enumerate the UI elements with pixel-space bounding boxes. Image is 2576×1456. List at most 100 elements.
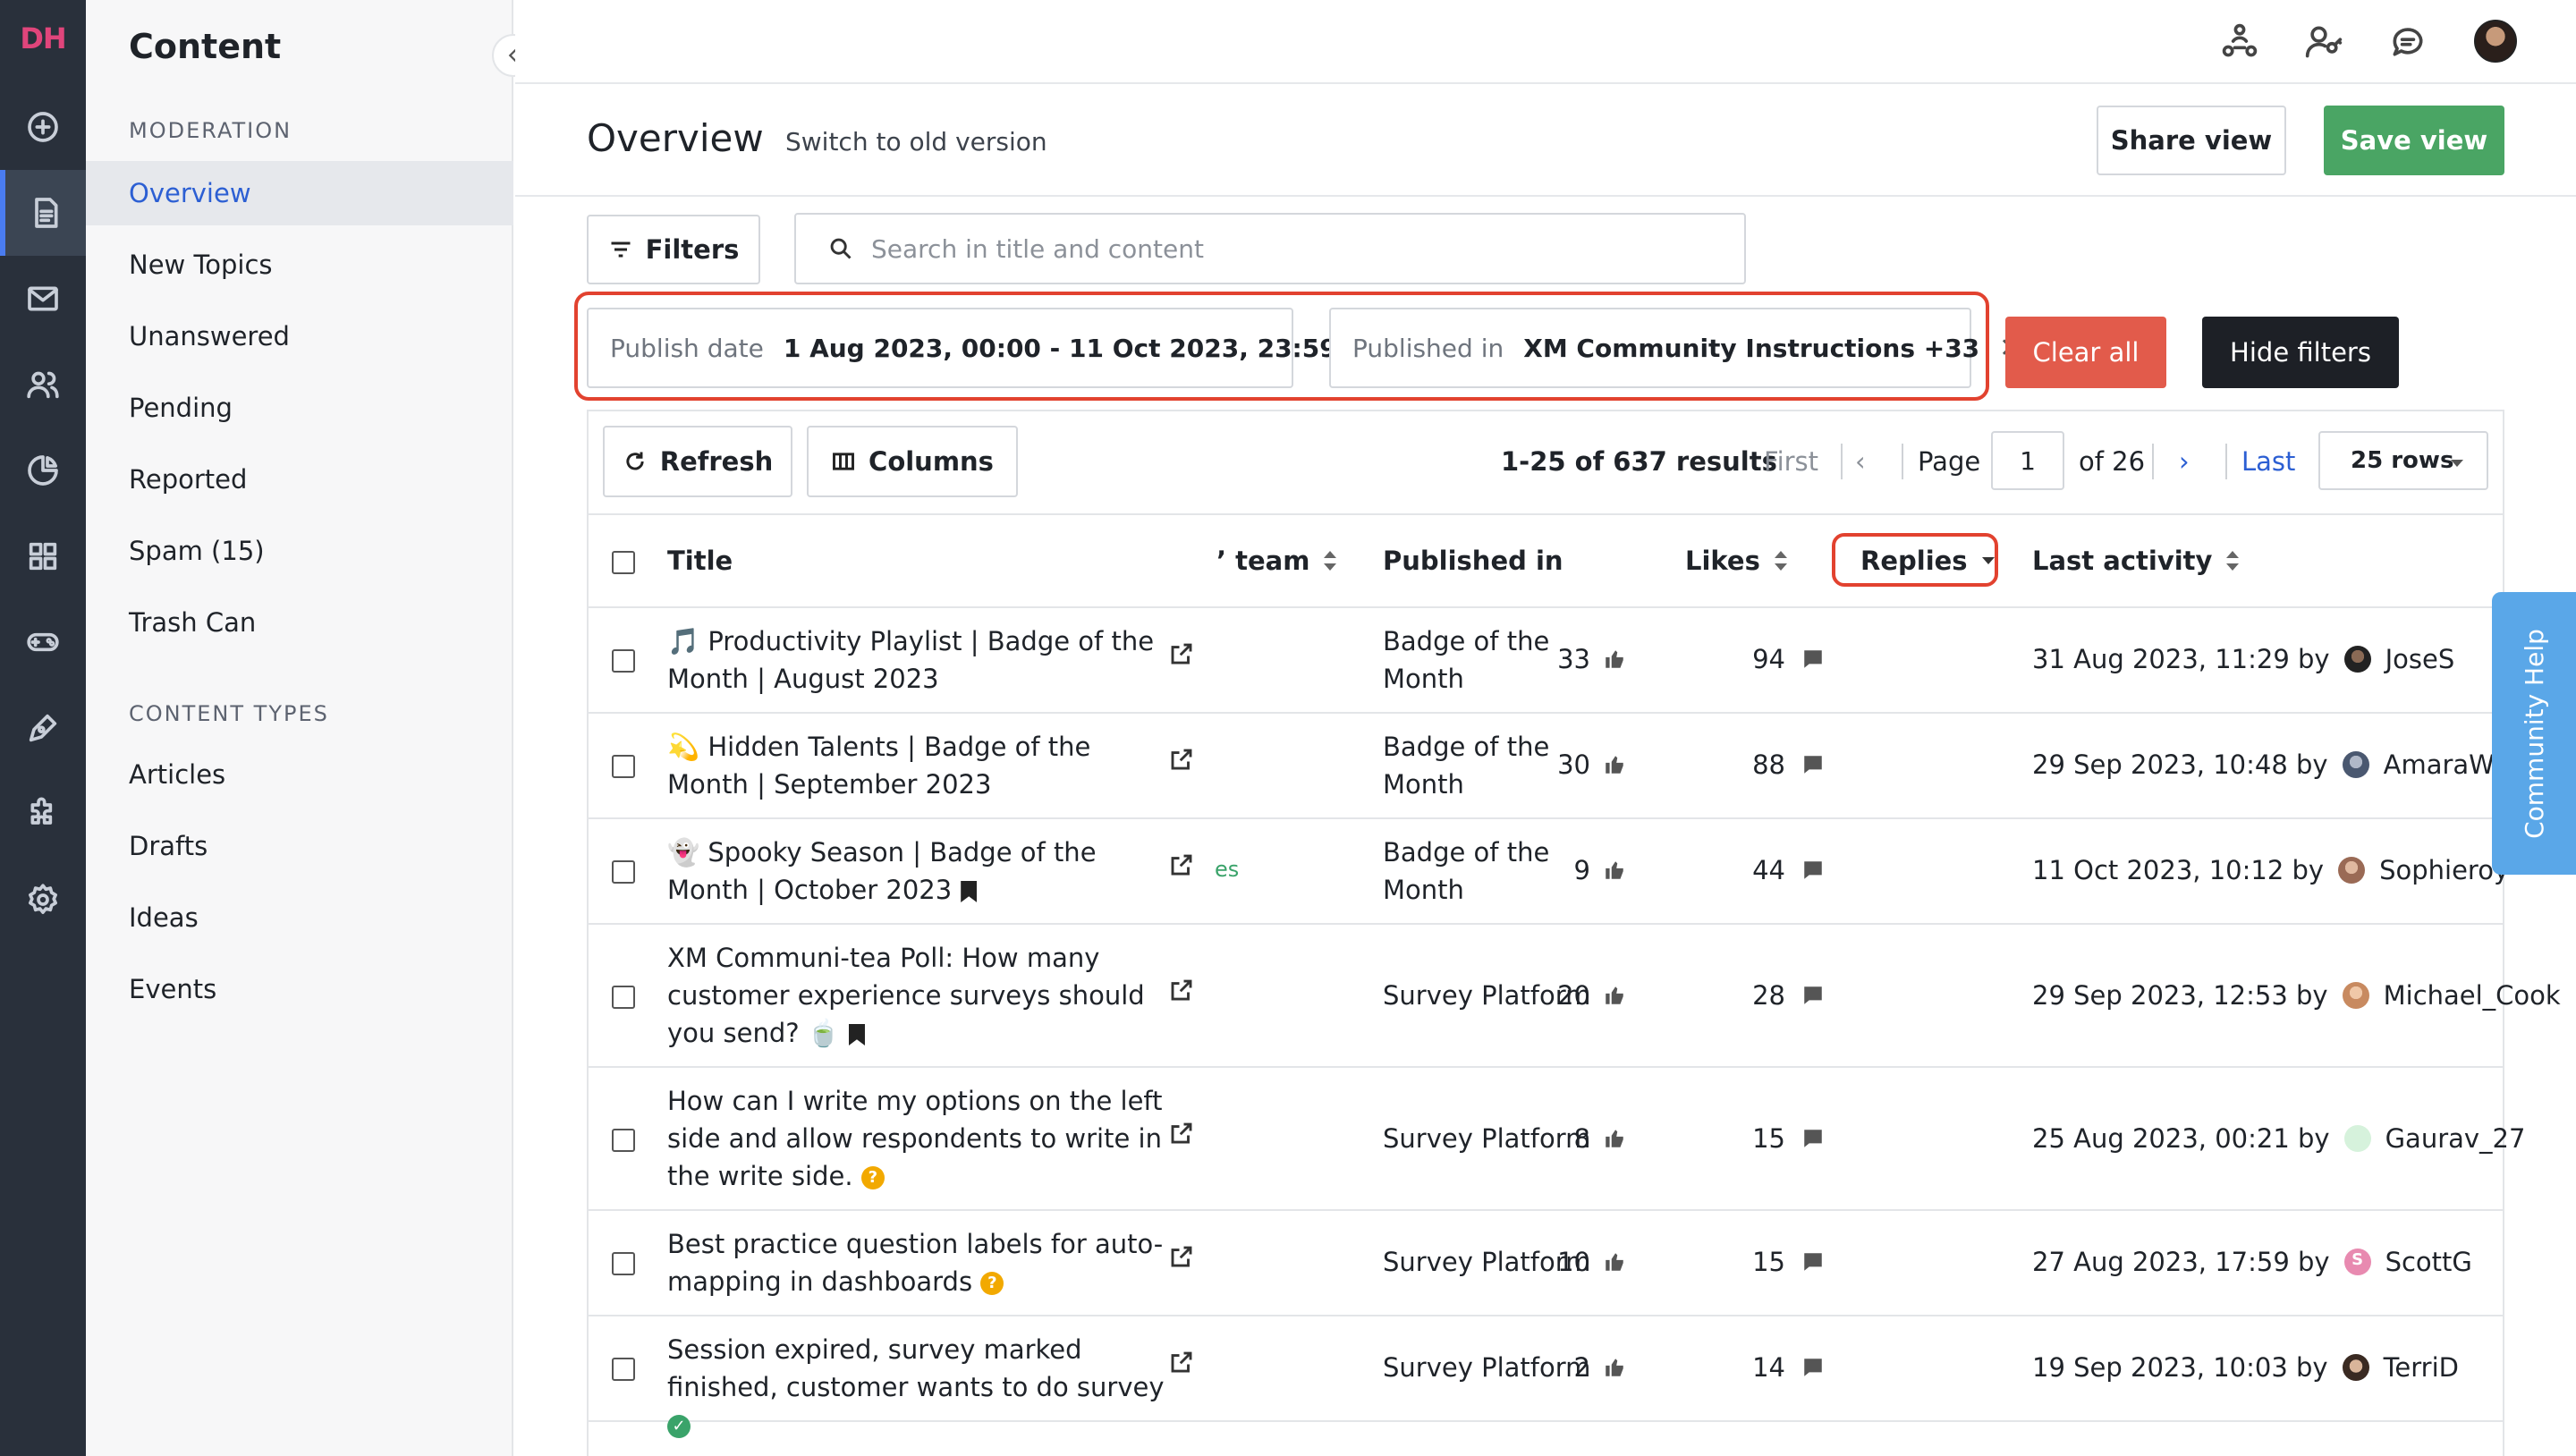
- username[interactable]: AmaraW: [2384, 749, 2495, 780]
- sidebar-item-events[interactable]: Events: [86, 957, 513, 1021]
- topic-title[interactable]: How can I write my options on the left s…: [667, 1082, 1168, 1195]
- top-bar: [515, 0, 2576, 84]
- customization-pen-icon[interactable]: [0, 685, 86, 771]
- topic-title[interactable]: 🎵 Productivity Playlist | Badge of the M…: [667, 622, 1168, 698]
- mail-icon[interactable]: [0, 256, 86, 342]
- switch-old-version-link[interactable]: Switch to old version: [785, 127, 1047, 157]
- table-row[interactable]: Session expired, survey marked finished,…: [589, 1316, 2503, 1438]
- publish-date-filter-chip[interactable]: Publish date 1 Aug 2023, 00:00 - 11 Oct …: [587, 308, 1379, 388]
- row-checkbox[interactable]: [612, 1358, 635, 1381]
- prev-page-icon[interactable]: ‹: [1855, 426, 1866, 497]
- likes-count: 2: [1519, 1352, 1626, 1383]
- external-link-icon[interactable]: [1168, 1120, 1195, 1147]
- clear-all-button[interactable]: Clear all: [2005, 317, 2166, 388]
- first-page-link[interactable]: First: [1764, 426, 1818, 497]
- sidebar-item-pending[interactable]: Pending: [86, 376, 513, 440]
- content-icon[interactable]: [0, 170, 86, 256]
- username[interactable]: Gaurav_27: [2385, 1123, 2526, 1154]
- external-link-icon[interactable]: [1168, 746, 1195, 773]
- next-page-icon[interactable]: ›: [2179, 426, 2190, 497]
- username[interactable]: Sophieroy: [2379, 855, 2509, 885]
- filters-button[interactable]: Filters: [587, 215, 760, 284]
- sidebar-item-reported[interactable]: Reported: [86, 447, 513, 512]
- column-last-activity[interactable]: Last activity: [2032, 546, 2240, 576]
- table-row[interactable]: 👻 Spooky Season | Badge of the Month | O…: [589, 819, 2509, 925]
- sidebar-item-trash-can[interactable]: Trash Can: [86, 590, 513, 655]
- likes-value: 10: [1557, 1247, 1590, 1277]
- username[interactable]: Michael_Cook: [2384, 980, 2561, 1011]
- column-likes[interactable]: Likes: [1685, 546, 1787, 576]
- settings-icon[interactable]: [0, 857, 86, 943]
- last-activity: 25 Aug 2023, 00:21 by Gaurav_27: [2032, 1123, 2525, 1154]
- row-checkbox[interactable]: [612, 649, 635, 673]
- last-page-link[interactable]: Last: [2241, 426, 2295, 497]
- columns-button[interactable]: Columns: [807, 426, 1018, 497]
- apps-grid-icon[interactable]: [0, 513, 86, 599]
- column-title[interactable]: Title: [667, 546, 733, 576]
- sidebar-item-spam[interactable]: Spam (15): [86, 519, 513, 583]
- username[interactable]: ScottG: [2385, 1247, 2472, 1277]
- page-number-input[interactable]: 1: [1991, 431, 2064, 490]
- bookmark-icon: [961, 881, 978, 902]
- users-icon[interactable]: [0, 342, 86, 427]
- replies-value: 88: [1752, 749, 1785, 780]
- search-box[interactable]: [794, 213, 1746, 284]
- user-avatar[interactable]: [2474, 20, 2517, 63]
- gamification-icon[interactable]: [0, 599, 86, 685]
- topic-title[interactable]: Best practice question labels for auto-m…: [667, 1225, 1168, 1300]
- filters-label: Filters: [645, 234, 740, 265]
- refresh-label: Refresh: [659, 446, 774, 477]
- external-link-icon[interactable]: [1168, 977, 1195, 1003]
- table-row[interactable]: XM Communi-tea Poll: How many customer e…: [589, 925, 2561, 1068]
- user-key-icon[interactable]: [2301, 18, 2347, 64]
- topic-title[interactable]: XM Communi-tea Poll: How many customer e…: [667, 939, 1168, 1052]
- analytics-icon[interactable]: [0, 427, 86, 513]
- external-link-icon[interactable]: [1168, 640, 1195, 667]
- messages-icon[interactable]: [2385, 18, 2431, 64]
- integrations-icon[interactable]: [0, 771, 86, 857]
- table-row[interactable]: 💫 Hidden Talents | Badge of the Month | …: [589, 714, 2503, 819]
- external-link-icon[interactable]: [1168, 851, 1195, 878]
- likes-value: 8: [1573, 1123, 1590, 1154]
- refresh-button[interactable]: Refresh: [603, 426, 792, 497]
- table-row[interactable]: How can I write my options on the left s…: [589, 1068, 2525, 1211]
- topic-title[interactable]: 💫 Hidden Talents | Badge of the Month | …: [667, 728, 1168, 803]
- sidebar-item-unanswered[interactable]: Unanswered: [86, 304, 513, 368]
- topic-title[interactable]: 👻 Spooky Season | Badge of the Month | O…: [667, 834, 1168, 909]
- sidebar-item-overview[interactable]: Overview: [86, 161, 513, 225]
- create-icon[interactable]: [0, 84, 86, 170]
- row-checkbox[interactable]: [612, 755, 635, 778]
- community-help-tab[interactable]: Community Help: [2492, 592, 2576, 875]
- community-nodes-icon[interactable]: [2216, 18, 2263, 64]
- column-published-in[interactable]: Published in: [1383, 546, 1563, 576]
- rows-per-page-select[interactable]: 25 rows: [2318, 431, 2488, 490]
- likes-value: 30: [1557, 749, 1590, 780]
- app-logo[interactable]: DH: [0, 21, 86, 55]
- row-checkbox[interactable]: [612, 1252, 635, 1275]
- row-checkbox[interactable]: [612, 986, 635, 1009]
- row-checkbox[interactable]: [612, 860, 635, 884]
- hide-filters-button[interactable]: Hide filters: [2202, 317, 2399, 388]
- row-checkbox[interactable]: [612, 1129, 635, 1152]
- likes-count: 9: [1519, 855, 1626, 885]
- published-in-filter-chip[interactable]: Published in XM Community Instructions +…: [1329, 308, 2021, 388]
- topic-title[interactable]: Session expired, survey marked finished,…: [667, 1331, 1168, 1443]
- divider: [1902, 444, 1903, 479]
- share-view-button[interactable]: Share view: [2097, 106, 2286, 175]
- sidebar-item-articles[interactable]: Articles: [86, 742, 513, 807]
- external-link-icon[interactable]: [1168, 1243, 1195, 1270]
- table-row[interactable]: Best practice question labels for auto-m…: [589, 1211, 2503, 1316]
- sidebar-item-new-topics[interactable]: New Topics: [86, 233, 513, 297]
- username[interactable]: JoseS: [2385, 644, 2455, 674]
- sidebar-item-drafts[interactable]: Drafts: [86, 814, 513, 878]
- save-view-button[interactable]: Save view: [2324, 106, 2504, 175]
- table-row[interactable]: 🎵 Productivity Playlist | Badge of the M…: [589, 608, 2503, 714]
- sidebar-item-ideas[interactable]: Ideas: [86, 885, 513, 950]
- username[interactable]: TerriD: [2384, 1352, 2459, 1383]
- column-last-activity-label: Last activity: [2032, 546, 2213, 576]
- select-all-checkbox[interactable]: [612, 551, 635, 574]
- search-input[interactable]: [871, 233, 1676, 264]
- external-link-icon[interactable]: [1168, 1349, 1195, 1376]
- replies-count: 88: [1717, 749, 1825, 780]
- column-team[interactable]: ’ team: [1216, 546, 1337, 576]
